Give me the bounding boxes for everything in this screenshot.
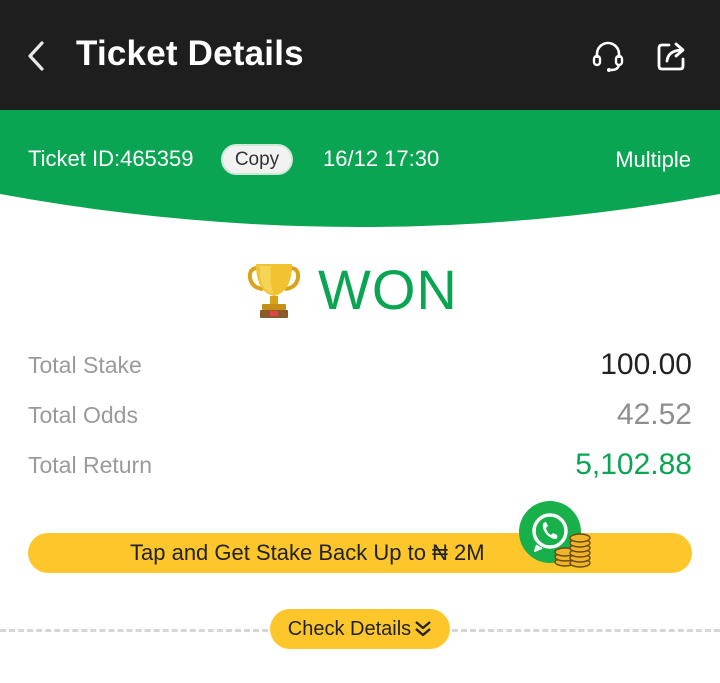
back-button[interactable] (18, 34, 54, 78)
app-header: Ticket Details (0, 0, 720, 110)
check-details-button[interactable]: Check Details (270, 609, 450, 649)
total-stake-label: Total Stake (28, 352, 142, 378)
ticket-datetime: 16/12 17:30 (323, 146, 440, 171)
support-button[interactable] (588, 36, 628, 76)
promo-text: Tap and Get Stake Back Up to ₦ 2M (130, 540, 485, 565)
ticket-status: WON (244, 258, 458, 322)
check-details-label: Check Details (287, 617, 412, 640)
bet-type: Multiple (615, 147, 691, 172)
chevron-left-icon (28, 41, 44, 71)
ticket-id: Ticket ID:465359 (28, 146, 194, 171)
total-return-row: Total Return 5,102.88 (28, 448, 692, 484)
whatsapp-coins-icon[interactable] (517, 501, 595, 571)
page-title: Ticket Details (76, 34, 304, 73)
headset-icon (592, 41, 624, 72)
double-chevron-down-icon (415, 621, 431, 637)
copy-button[interactable]: Copy (221, 144, 293, 175)
total-odds-value: 42.52 (616, 398, 692, 431)
share-button[interactable] (652, 36, 692, 76)
total-return-value: 5,102.88 (575, 448, 692, 481)
trophy-icon (247, 264, 301, 318)
status-label: WON (318, 258, 458, 321)
share-icon (657, 42, 685, 71)
total-return-label: Total Return (28, 452, 153, 478)
total-stake-row: Total Stake 100.00 (28, 348, 692, 384)
total-odds-label: Total Odds (28, 402, 138, 428)
ticket-info-strip: Ticket ID:465359 Copy 16/12 17:30 Multip… (0, 110, 720, 235)
total-odds-row: Total Odds 42.52 (28, 398, 692, 434)
total-stake-value: 100.00 (600, 348, 692, 381)
